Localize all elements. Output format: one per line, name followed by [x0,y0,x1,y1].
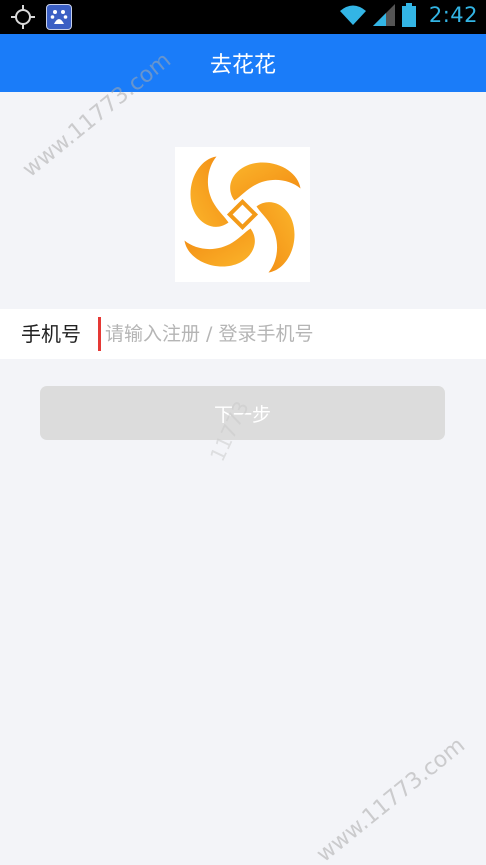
status-bar: 2:42 [0,0,486,34]
app-bar: 去花花 [0,34,486,92]
next-button[interactable]: 下一步 [40,386,445,440]
battery-icon [401,3,416,27]
wifi-icon [339,5,366,25]
signal-icon [372,4,395,26]
phone-input[interactable] [98,317,475,351]
app-logo [175,147,310,282]
baidu-icon [46,4,72,30]
gps-icon [11,5,35,29]
page-title: 去花花 [209,53,276,78]
status-right-icons: 2:42 [339,3,478,27]
phone-row: 手机号 [0,309,486,359]
phone-label: 手机号 [21,322,81,346]
status-left-icons [10,4,72,30]
screen: 2:42 去花花 手机号 请输入注册 / 登录手机号 下一步 www.11773… [0,0,486,865]
status-clock: 2:42 [428,3,478,27]
app-logo-icon [184,156,301,273]
watermark-bottom: www.11773.com [312,732,470,865]
